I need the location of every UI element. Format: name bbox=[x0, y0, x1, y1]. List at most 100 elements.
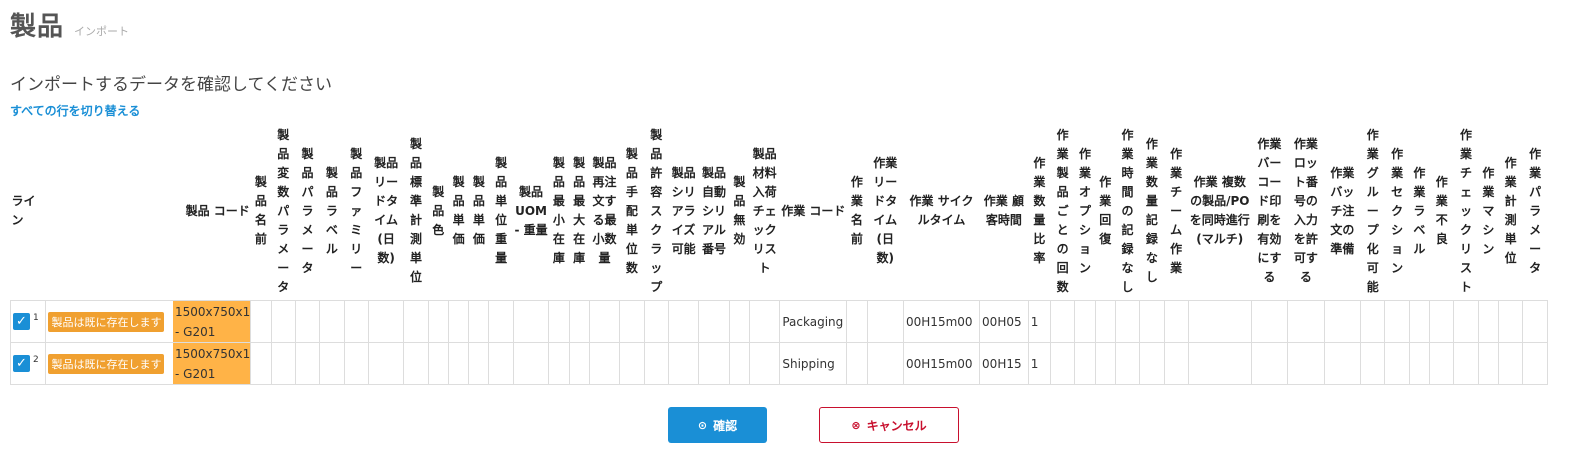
table-cell bbox=[1163, 342, 1189, 385]
customer-time: 00H05 bbox=[979, 300, 1029, 343]
table-cell bbox=[619, 342, 645, 385]
column-header: 作業 サイクルタイム bbox=[909, 194, 974, 227]
table-cell bbox=[488, 300, 514, 343]
table-cell bbox=[1139, 342, 1165, 385]
column-header: 作業グループ化可能 bbox=[1366, 127, 1379, 294]
table-cell bbox=[1408, 342, 1431, 385]
confirm-instruction: インポートするデータを確認してください bbox=[10, 75, 332, 95]
column-header: 製品シリアライズ可能 bbox=[671, 165, 696, 256]
table-cell bbox=[319, 300, 345, 343]
column-header: 製品再注文する最小数量 bbox=[592, 156, 617, 265]
table-cell bbox=[588, 342, 621, 385]
table-cell bbox=[1094, 300, 1116, 343]
table-cell bbox=[1522, 300, 1548, 343]
table-cell bbox=[1429, 342, 1455, 385]
table-cell bbox=[403, 342, 429, 385]
table-cell bbox=[447, 300, 470, 343]
table-cell bbox=[1384, 300, 1410, 343]
column-header: 製品パラメータ bbox=[301, 146, 314, 275]
operation-code: Shipping bbox=[779, 342, 848, 385]
column-header: 製品無効 bbox=[733, 175, 746, 246]
table-cell bbox=[294, 342, 321, 385]
column-header: 作業ロット番号の入力を許可する bbox=[1293, 137, 1318, 284]
column-header: 作業回復 bbox=[1099, 175, 1112, 246]
column-header: 作業バッチ注文の準備 bbox=[1330, 165, 1355, 256]
product-code: 1500x750x1 - G201 bbox=[173, 343, 250, 384]
table-cell bbox=[748, 300, 781, 343]
table-cell bbox=[1114, 300, 1141, 343]
page-header: 製品 インポート bbox=[10, 6, 129, 43]
table-cell bbox=[250, 342, 272, 385]
table-cell bbox=[343, 300, 369, 343]
table-cell bbox=[698, 300, 730, 343]
toggle-all-rows-link[interactable]: すべての行を切り替える bbox=[10, 102, 140, 119]
import-table: ライン 製品 コード 製品名前 製品変数パラメータ 製品パラメータ 製品ラベル 製品ファミリ… bbox=[9, 122, 1548, 385]
column-header: 製品リードタイム(日数) bbox=[374, 156, 399, 265]
line-number: 2 bbox=[33, 355, 39, 365]
cycle-time: 00H15m00 bbox=[903, 300, 981, 343]
product-code: 1500x750x1 - G201 bbox=[173, 301, 250, 342]
table-cell bbox=[468, 342, 490, 385]
table-cell bbox=[270, 342, 296, 385]
column-header: 作業ラベル bbox=[1413, 165, 1426, 256]
table-cell bbox=[1408, 300, 1431, 343]
column-header: 作業リードタイム(日数) bbox=[873, 156, 898, 265]
table-cell bbox=[468, 300, 490, 343]
table-cell bbox=[250, 300, 272, 343]
column-header: 作業数量記録なし bbox=[1145, 137, 1158, 284]
table-cell bbox=[619, 300, 645, 343]
table-cell bbox=[512, 300, 550, 343]
row-checkbox[interactable]: ✓ bbox=[13, 313, 30, 330]
table-cell bbox=[1323, 342, 1362, 385]
column-header: 作業名前 bbox=[850, 175, 863, 246]
table-cell bbox=[667, 300, 700, 343]
table-cell bbox=[728, 342, 750, 385]
table-cell bbox=[866, 300, 905, 343]
quantity-ratio: 1 bbox=[1027, 300, 1052, 343]
table-cell bbox=[643, 300, 669, 343]
page-subtitle: インポート bbox=[74, 25, 130, 38]
product-code-cell: 製品は既に存在します 1500x750x1 - G201 bbox=[45, 300, 252, 343]
table-cell bbox=[1187, 300, 1252, 343]
circle-x-icon: ⊗ bbox=[851, 418, 861, 432]
column-header: 製品単価 bbox=[472, 175, 485, 246]
table-cell bbox=[1287, 342, 1325, 385]
column-header: 作業時間の記録なし bbox=[1121, 127, 1134, 294]
table-row: ✓ 1 製品は既に存在します 1500x750x1 - G201 Packaging 00… bbox=[9, 300, 1548, 343]
table-row: ✓ 2 製品は既に存在します 1500x750x1 - G201 Shipping 00H… bbox=[9, 342, 1548, 385]
table-cell bbox=[1453, 342, 1479, 385]
table-cell bbox=[1114, 342, 1141, 385]
confirm-button[interactable]: ⊙ 確認 bbox=[668, 407, 767, 443]
table-cell bbox=[1360, 342, 1386, 385]
row-checkbox[interactable]: ✓ bbox=[13, 355, 30, 372]
table-cell bbox=[1477, 342, 1499, 385]
table-cell bbox=[728, 300, 750, 343]
table-cell bbox=[1287, 300, 1325, 343]
column-header: 作業チーム作業 bbox=[1170, 146, 1183, 275]
cancel-button[interactable]: ⊗ キャンセル bbox=[819, 407, 959, 443]
table-cell bbox=[447, 342, 470, 385]
line-cell: ✓ 1 bbox=[9, 300, 47, 343]
column-header: 作業製品ごとの回数 bbox=[1056, 127, 1069, 294]
column-header: 作業パラメータ bbox=[1529, 146, 1542, 275]
circle-check-icon: ⊙ bbox=[697, 418, 708, 432]
table-cell bbox=[866, 342, 905, 385]
column-header: 製品単価 bbox=[452, 175, 465, 246]
table-cell bbox=[403, 300, 429, 343]
table-cell bbox=[367, 300, 405, 343]
table-cell bbox=[319, 342, 345, 385]
table-header-row: ライン 製品 コード 製品名前 製品変数パラメータ 製品パラメータ 製品ラベル 製品ファミリ… bbox=[11, 122, 1548, 301]
confirm-button-label: 確認 bbox=[713, 418, 738, 433]
column-header: 製品色 bbox=[432, 184, 445, 237]
column-header: 作業バーコード印刷を有効にする bbox=[1257, 137, 1282, 284]
table-cell bbox=[1497, 300, 1524, 343]
column-header: 作業オプション bbox=[1078, 146, 1091, 275]
product-code-cell: 製品は既に存在します 1500x750x1 - G201 bbox=[45, 342, 252, 385]
column-header: 製品 コード bbox=[185, 203, 250, 218]
table-cell bbox=[1074, 300, 1096, 343]
table-cell bbox=[846, 300, 868, 343]
column-header: 作業不良 bbox=[1435, 175, 1448, 246]
table-cell bbox=[1384, 342, 1410, 385]
table-cell bbox=[1187, 342, 1252, 385]
status-badge: 製品は既に存在します bbox=[48, 311, 165, 332]
